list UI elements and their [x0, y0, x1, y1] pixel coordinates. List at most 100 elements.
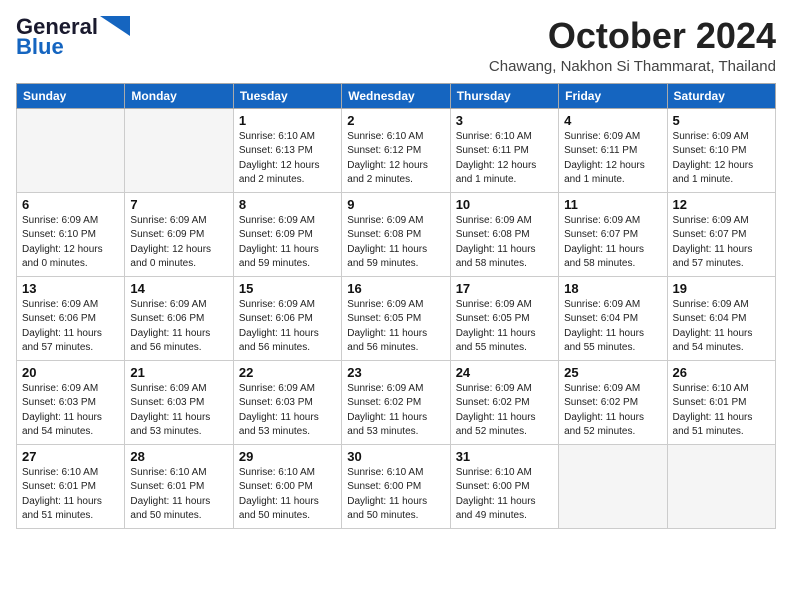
calendar-cell: 6 Sunrise: 6:09 AMSunset: 6:10 PMDaylight… [17, 192, 125, 276]
calendar-cell: 27 Sunrise: 6:10 AMSunset: 6:01 PMDayligh… [17, 444, 125, 528]
cell-info-text: Sunrise: 6:10 AMSunset: 6:13 PMDaylight:… [239, 130, 336, 188]
day-number: 16 [347, 281, 444, 296]
day-number: 27 [22, 449, 119, 464]
day-number: 2 [347, 113, 444, 128]
calendar-cell: 17 Sunrise: 6:09 AMSunset: 6:05 PMDayligh… [450, 276, 558, 360]
calendar-cell: 22 Sunrise: 6:09 AMSunset: 6:03 PMDayligh… [233, 360, 341, 444]
cell-info-text: Sunrise: 6:09 AMSunset: 6:09 PMDaylight:… [130, 214, 227, 272]
calendar-cell: 7 Sunrise: 6:09 AMSunset: 6:09 PMDaylight… [125, 192, 233, 276]
day-number: 4 [564, 113, 661, 128]
cell-info-text: Sunrise: 6:10 AMSunset: 6:01 PMDaylight:… [130, 466, 227, 524]
calendar-cell: 13Sunrise: 6:09 AMSunset: 6:06 PMDayligh… [17, 276, 125, 360]
day-header-monday: Monday [125, 83, 233, 108]
cell-info-text: Sunrise: 6:09 AMSunset: 6:09 PMDaylight:… [239, 214, 336, 272]
calendar-cell: 15Sunrise: 6:09 AMSunset: 6:06 PMDayligh… [233, 276, 341, 360]
calendar-cell: 20Sunrise: 6:09 AMSunset: 6:03 PMDayligh… [17, 360, 125, 444]
cell-info-text: Sunrise: 6:10 AMSunset: 6:00 PMDaylight:… [347, 466, 444, 524]
day-number: 28 [130, 449, 227, 464]
calendar-cell: 2 Sunrise: 6:10 AMSunset: 6:12 PMDaylight… [342, 108, 450, 192]
calendar-week-3: 13Sunrise: 6:09 AMSunset: 6:06 PMDayligh… [17, 276, 776, 360]
calendar-table: SundayMondayTuesdayWednesdayThursdayFrid… [16, 83, 776, 529]
cell-info-text: Sunrise: 6:09 AMSunset: 6:02 PMDaylight:… [347, 382, 444, 440]
calendar-cell: 26Sunrise: 6:10 AMSunset: 6:01 PMDayligh… [667, 360, 775, 444]
cell-info-text: Sunrise: 6:10 AMSunset: 6:01 PMDaylight:… [22, 466, 119, 524]
cell-info-text: Sunrise: 6:09 AMSunset: 6:10 PMDaylight:… [673, 130, 770, 188]
calendar-cell: 4 Sunrise: 6:09 AMSunset: 6:11 PMDaylight… [559, 108, 667, 192]
day-number: 11 [564, 197, 661, 212]
page-header: General Blue October 2024 Chawang, Nakho… [16, 16, 776, 75]
cell-info-text: Sunrise: 6:09 AMSunset: 6:08 PMDaylight:… [347, 214, 444, 272]
logo-blue: Blue [16, 36, 64, 58]
day-number: 15 [239, 281, 336, 296]
cell-info-text: Sunrise: 6:09 AMSunset: 6:03 PMDaylight:… [22, 382, 119, 440]
cell-info-text: Sunrise: 6:10 AMSunset: 6:00 PMDaylight:… [239, 466, 336, 524]
calendar-cell: 1 Sunrise: 6:10 AMSunset: 6:13 PMDaylight… [233, 108, 341, 192]
calendar-cell: 25Sunrise: 6:09 AMSunset: 6:02 PMDayligh… [559, 360, 667, 444]
day-number: 3 [456, 113, 553, 128]
cell-info-text: Sunrise: 6:09 AMSunset: 6:06 PMDaylight:… [22, 298, 119, 356]
calendar-week-1: 1 Sunrise: 6:10 AMSunset: 6:13 PMDaylight… [17, 108, 776, 192]
calendar-body: 1 Sunrise: 6:10 AMSunset: 6:13 PMDaylight… [17, 108, 776, 528]
calendar-cell: 8Sunrise: 6:09 AMSunset: 6:09 PMDaylight… [233, 192, 341, 276]
day-number: 17 [456, 281, 553, 296]
calendar-header-row: SundayMondayTuesdayWednesdayThursdayFrid… [17, 83, 776, 108]
day-number: 29 [239, 449, 336, 464]
cell-info-text: Sunrise: 6:09 AMSunset: 6:10 PMDaylight:… [22, 214, 119, 272]
day-number: 5 [673, 113, 770, 128]
day-number: 1 [239, 113, 336, 128]
cell-info-text: Sunrise: 6:09 AMSunset: 6:03 PMDaylight:… [239, 382, 336, 440]
calendar-cell [667, 444, 775, 528]
calendar-cell: 18 Sunrise: 6:09 AMSunset: 6:04 PMDayligh… [559, 276, 667, 360]
calendar-cell: 16Sunrise: 6:09 AMSunset: 6:05 PMDayligh… [342, 276, 450, 360]
month-year-title: October 2024 [489, 16, 776, 56]
day-number: 6 [22, 197, 119, 212]
calendar-week-4: 20Sunrise: 6:09 AMSunset: 6:03 PMDayligh… [17, 360, 776, 444]
cell-info-text: Sunrise: 6:10 AMSunset: 6:11 PMDaylight:… [456, 130, 553, 188]
day-number: 31 [456, 449, 553, 464]
logo-arrow-icon [100, 16, 130, 36]
calendar-cell: 10 Sunrise: 6:09 AMSunset: 6:08 PMDayligh… [450, 192, 558, 276]
cell-info-text: Sunrise: 6:09 AMSunset: 6:05 PMDaylight:… [456, 298, 553, 356]
calendar-cell: 21 Sunrise: 6:09 AMSunset: 6:03 PMDayligh… [125, 360, 233, 444]
day-header-tuesday: Tuesday [233, 83, 341, 108]
day-header-saturday: Saturday [667, 83, 775, 108]
cell-info-text: Sunrise: 6:09 AMSunset: 6:07 PMDaylight:… [673, 214, 770, 272]
day-number: 14 [130, 281, 227, 296]
day-number: 30 [347, 449, 444, 464]
cell-info-text: Sunrise: 6:09 AMSunset: 6:06 PMDaylight:… [130, 298, 227, 356]
day-number: 22 [239, 365, 336, 380]
cell-info-text: Sunrise: 6:09 AMSunset: 6:03 PMDaylight:… [130, 382, 227, 440]
calendar-cell: 5 Sunrise: 6:09 AMSunset: 6:10 PMDaylight… [667, 108, 775, 192]
day-header-sunday: Sunday [17, 83, 125, 108]
title-block: October 2024 Chawang, Nakhon Si Thammara… [489, 16, 776, 75]
calendar-week-5: 27 Sunrise: 6:10 AMSunset: 6:01 PMDayligh… [17, 444, 776, 528]
day-number: 24 [456, 365, 553, 380]
day-number: 19 [673, 281, 770, 296]
cell-info-text: Sunrise: 6:10 AMSunset: 6:00 PMDaylight:… [456, 466, 553, 524]
location-subtitle: Chawang, Nakhon Si Thammarat, Thailand [489, 58, 776, 75]
day-number: 7 [130, 197, 227, 212]
cell-info-text: Sunrise: 6:10 AMSunset: 6:12 PMDaylight:… [347, 130, 444, 188]
day-number: 25 [564, 365, 661, 380]
cell-info-text: Sunrise: 6:09 AMSunset: 6:07 PMDaylight:… [564, 214, 661, 272]
cell-info-text: Sunrise: 6:09 AMSunset: 6:04 PMDaylight:… [673, 298, 770, 356]
calendar-cell: 11 Sunrise: 6:09 AMSunset: 6:07 PMDayligh… [559, 192, 667, 276]
cell-info-text: Sunrise: 6:09 AMSunset: 6:04 PMDaylight:… [564, 298, 661, 356]
calendar-cell: 3 Sunrise: 6:10 AMSunset: 6:11 PMDaylight… [450, 108, 558, 192]
calendar-cell: 31 Sunrise: 6:10 AMSunset: 6:00 PMDayligh… [450, 444, 558, 528]
calendar-cell [125, 108, 233, 192]
day-header-thursday: Thursday [450, 83, 558, 108]
calendar-cell: 12 Sunrise: 6:09 AMSunset: 6:07 PMDayligh… [667, 192, 775, 276]
calendar-cell: 9Sunrise: 6:09 AMSunset: 6:08 PMDaylight… [342, 192, 450, 276]
calendar-cell [559, 444, 667, 528]
day-number: 18 [564, 281, 661, 296]
day-number: 21 [130, 365, 227, 380]
day-number: 12 [673, 197, 770, 212]
cell-info-text: Sunrise: 6:09 AMSunset: 6:08 PMDaylight:… [456, 214, 553, 272]
calendar-cell: 24Sunrise: 6:09 AMSunset: 6:02 PMDayligh… [450, 360, 558, 444]
day-header-wednesday: Wednesday [342, 83, 450, 108]
calendar-week-2: 6 Sunrise: 6:09 AMSunset: 6:10 PMDaylight… [17, 192, 776, 276]
day-number: 26 [673, 365, 770, 380]
day-number: 10 [456, 197, 553, 212]
cell-info-text: Sunrise: 6:09 AMSunset: 6:11 PMDaylight:… [564, 130, 661, 188]
